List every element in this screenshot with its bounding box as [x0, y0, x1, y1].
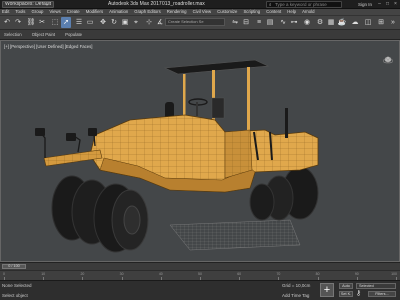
- render-setup-icon[interactable]: ⚙: [315, 17, 325, 28]
- add-time-tag-button[interactable]: Add Time Tag: [282, 293, 309, 298]
- time-slider-thumb[interactable]: 0 / 100: [2, 264, 26, 269]
- redo-icon[interactable]: ↷: [13, 17, 23, 28]
- align-icon[interactable]: ⊟: [241, 17, 251, 28]
- render-online-icon[interactable]: ☁: [350, 17, 360, 28]
- move-icon[interactable]: ✥: [98, 17, 108, 28]
- place-icon[interactable]: ⌖: [131, 17, 141, 28]
- selection-set-dropdown[interactable]: Create Selection Se: [165, 18, 225, 26]
- menu-tools[interactable]: Tools: [15, 9, 25, 15]
- angle-snap-icon[interactable]: ∡: [155, 17, 165, 28]
- menu-help[interactable]: Help: [287, 9, 296, 15]
- render-icon[interactable]: ☕: [337, 17, 347, 28]
- chevron-down-icon: ▾: [46, 2, 49, 7]
- menu-rendering[interactable]: Rendering: [167, 9, 187, 15]
- file-name: 013_roadroller.max: [162, 1, 205, 7]
- menu-modifiers[interactable]: Modifiers: [86, 9, 103, 15]
- menu-civil-view[interactable]: Civil View: [193, 9, 212, 15]
- timeline-tick-label: 80: [315, 272, 320, 276]
- key-icon: ⚷: [356, 290, 362, 297]
- timeline-tick-label: 60: [237, 272, 242, 276]
- timeline-tick-label: 10: [41, 272, 46, 276]
- rear-tires: [249, 166, 319, 221]
- timeline-tick-label: 90: [354, 272, 359, 276]
- ground-grid: [169, 219, 301, 251]
- key-filter-dropdown[interactable]: Selected: [356, 283, 396, 289]
- menu-group[interactable]: Group: [31, 9, 43, 15]
- timeline-tick-label: 0: [3, 272, 5, 276]
- prompt-line: Select object: [2, 293, 28, 298]
- rotate-icon[interactable]: ↻: [109, 17, 119, 28]
- layer-explorer-icon[interactable]: ≡: [254, 17, 264, 28]
- set-key-button[interactable]: Set K.: [339, 291, 353, 297]
- menu-arnold[interactable]: Arnold: [302, 9, 314, 15]
- mirror-icon[interactable]: ⇋: [230, 17, 240, 28]
- sign-in-link[interactable]: Sign In: [358, 1, 372, 8]
- timeline-tick-label: 100: [391, 272, 397, 276]
- menu-create[interactable]: Create: [67, 9, 80, 15]
- timeline-tick-label: 30: [119, 272, 124, 276]
- tab-object-paint[interactable]: Object Paint: [32, 32, 55, 37]
- minimize-icon[interactable]: –: [376, 1, 383, 8]
- material-editor-icon[interactable]: ◉: [302, 17, 312, 28]
- menu-bar: Edit Tools Group Views Create Modifiers …: [0, 9, 400, 16]
- select-by-name-icon[interactable]: ☰: [74, 17, 84, 28]
- viewport-layout-icon[interactable]: ⊞: [376, 17, 386, 28]
- selection-status: None Selected: [2, 283, 32, 288]
- tab-selection[interactable]: Selection: [4, 32, 22, 37]
- menu-content[interactable]: Content: [266, 9, 281, 15]
- app-title: Autodesk 3ds Max 2017: [108, 1, 162, 7]
- timeline-tick-label: 20: [80, 272, 85, 276]
- timeline-tick-label: 40: [158, 272, 163, 276]
- grid-size: Grid = 10,0cm: [282, 283, 311, 288]
- ribbon: Selection Object Paint Populate: [0, 30, 400, 40]
- schematic-view-icon[interactable]: ⊶: [289, 17, 299, 28]
- menu-animation[interactable]: Animation: [109, 9, 128, 15]
- toolbar-overflow-icon[interactable]: »: [388, 17, 398, 28]
- time-slider[interactable]: [0, 262, 400, 270]
- selection-region-icon[interactable]: ▭: [85, 17, 95, 28]
- curve-editor-icon[interactable]: ∿: [278, 17, 288, 28]
- set-key-plus-icon[interactable]: +: [320, 283, 334, 297]
- workspace-label: Workspaces: Default: [5, 1, 52, 7]
- link-icon[interactable]: ⛓: [26, 17, 36, 28]
- a360-icon[interactable]: ◫: [363, 17, 373, 28]
- key-filters-button[interactable]: Filters...: [368, 291, 396, 297]
- menu-scripting[interactable]: Scripting: [243, 9, 260, 15]
- front-tires: [51, 175, 149, 253]
- timeline-tick-label: 50: [198, 272, 202, 276]
- menu-edit[interactable]: Edit: [2, 9, 9, 15]
- menu-customize[interactable]: Customize: [217, 9, 237, 15]
- timeline-tick-label: 70: [276, 272, 281, 276]
- rendered-frame-icon[interactable]: ▦: [326, 17, 336, 28]
- search-icon: ⌕: [269, 2, 272, 7]
- unlink-icon[interactable]: ✂: [37, 17, 47, 28]
- close-icon[interactable]: ×: [392, 1, 399, 8]
- undo-icon[interactable]: ↶: [2, 17, 12, 28]
- menu-views[interactable]: Views: [49, 9, 60, 15]
- scale-icon[interactable]: ▣: [120, 17, 130, 28]
- select-icon[interactable]: ⬚: [50, 17, 60, 28]
- menu-graph-editors[interactable]: Graph Editors: [134, 9, 161, 15]
- select-object-icon[interactable]: ➚: [61, 17, 71, 28]
- ribbon-icon[interactable]: ▤: [265, 17, 275, 28]
- tab-populate[interactable]: Populate: [65, 32, 82, 37]
- maximize-icon[interactable]: □: [384, 1, 391, 8]
- road-roller-model[interactable]: [0, 40, 400, 262]
- snap-icon[interactable]: ⊹: [144, 17, 154, 28]
- auto-key-button[interactable]: Auto: [339, 283, 353, 289]
- search-input[interactable]: Type a keyword or phrase: [266, 1, 342, 8]
